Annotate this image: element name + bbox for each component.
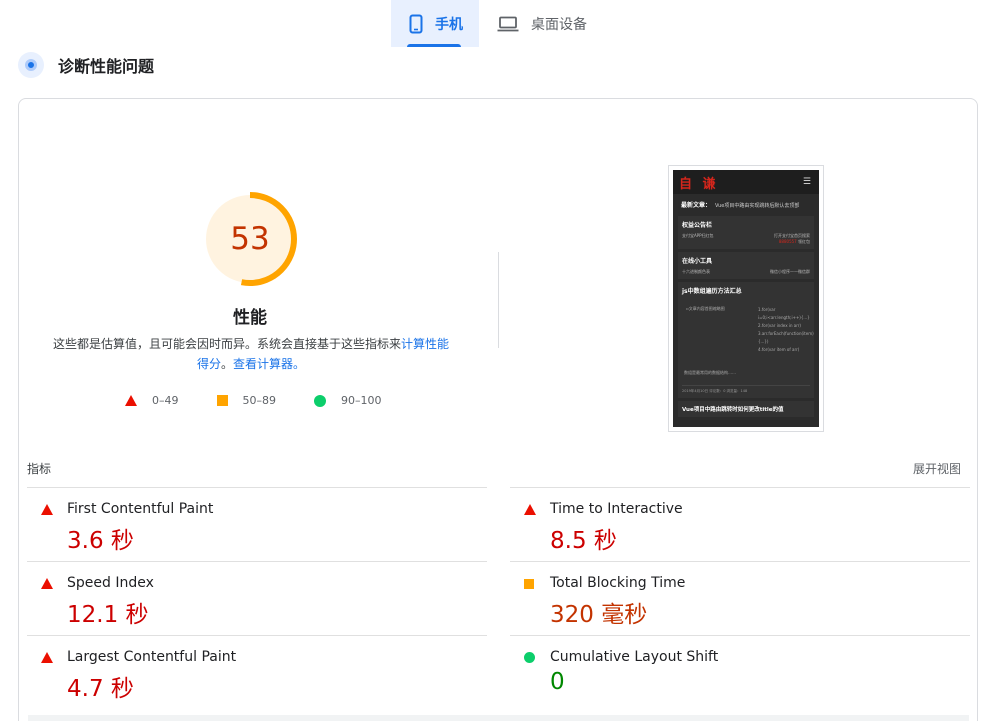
score-legend: 0–49 50–89 90–100 bbox=[125, 394, 382, 407]
metrics-header: 指标 展开视图 bbox=[27, 460, 961, 477]
lighthouse-icon bbox=[18, 52, 44, 78]
legend-fail: 0–49 bbox=[125, 394, 179, 407]
article-meta: 2019年4月10日 评论数：0 浏览量：148 bbox=[682, 385, 810, 394]
tab-desktop[interactable]: 桌面设备 bbox=[479, 0, 603, 47]
box2-left: 十六进制颜色表 bbox=[682, 269, 710, 274]
metric-value: 0 bbox=[550, 669, 565, 695]
metric-speed-index: Speed Index 12.1 秒 bbox=[27, 561, 487, 635]
tab-mobile-label: 手机 bbox=[435, 16, 463, 33]
performance-score: 53 bbox=[230, 221, 270, 257]
metric-value: 3.6 秒 bbox=[67, 528, 134, 554]
box2-right: 微信小程序——微信群 bbox=[770, 269, 810, 274]
metric-value: 12.1 秒 bbox=[67, 602, 149, 628]
metric-name: Cumulative Layout Shift bbox=[550, 649, 719, 665]
section-header: 诊断性能问题 bbox=[18, 52, 154, 78]
thumbnail-content: 自 谦 ☰ 最新文章： Vue项目中路由实现跳转后默认去顶部 权益公告栏 支付宝A… bbox=[673, 170, 819, 427]
box1-left: 支付宝APP扫红包 bbox=[682, 233, 714, 238]
triangle-icon bbox=[125, 395, 137, 406]
legend-pass: 90–100 bbox=[314, 394, 382, 407]
tab-desktop-label: 桌面设备 bbox=[531, 16, 587, 33]
page-screenshot-thumbnail[interactable]: 自 谦 ☰ 最新文章： Vue项目中路由实现跳转后默认去顶部 权益公告栏 支付宝A… bbox=[668, 165, 824, 432]
section-title: 诊断性能问题 bbox=[58, 57, 155, 76]
phone-icon bbox=[409, 14, 423, 33]
box1-right2: 领红包 bbox=[798, 239, 810, 244]
calculator-link[interactable]: 查看计算器。 bbox=[233, 357, 305, 371]
article-code: 1.for(var i=0;i<arr.length;i++){...} 2.f… bbox=[758, 307, 814, 352]
metric-value: 4.7 秒 bbox=[67, 676, 134, 702]
box2-title: 在线小工具 bbox=[682, 258, 713, 265]
metric-lcp: Largest Contentful Paint 4.7 秒 bbox=[27, 635, 487, 709]
metric-name: Total Blocking Time bbox=[550, 575, 686, 591]
article-footer: 数组是最常用的数据结构…… bbox=[684, 370, 736, 375]
thumbnail-article: js中数组遍历方法汇总 ▫文章内容首图缩略图 1.for(var i=0;i<a… bbox=[678, 282, 814, 398]
thumbnail-last-article: Vue项目中路由跳转时如何更改title的值 bbox=[678, 401, 814, 417]
fail-triangle-icon bbox=[524, 504, 536, 515]
news-text: Vue项目中路由实现跳转后默认去顶部 bbox=[715, 203, 800, 209]
description-sep: 。 bbox=[220, 357, 233, 371]
metric-value: 320 毫秒 bbox=[550, 602, 648, 628]
menu-icon: ☰ bbox=[802, 177, 811, 187]
site-logo: 自 谦 bbox=[679, 176, 719, 192]
article-title: js中数组遍历方法汇总 bbox=[682, 288, 742, 295]
metric-name: Speed Index bbox=[67, 575, 154, 591]
laptop-icon bbox=[497, 16, 519, 31]
expand-view-toggle[interactable]: 展开视图 bbox=[913, 460, 961, 477]
metric-name: Time to Interactive bbox=[550, 501, 683, 517]
legend-fail-range: 0–49 bbox=[152, 394, 179, 407]
metric-tbt: Total Blocking Time 320 毫秒 bbox=[510, 561, 970, 635]
score-description: 这些都是估算值，且可能会因时而异。系统会直接基于这些指标来计算性能得分。查看计算… bbox=[50, 334, 452, 374]
fail-triangle-icon bbox=[41, 652, 53, 663]
bottom-bar bbox=[28, 715, 969, 721]
description-text: 这些都是估算值，且可能会因时而异。系统会直接基于这些指标来 bbox=[52, 337, 401, 351]
legend-average-range: 50–89 bbox=[242, 394, 277, 407]
news-label: 最新文章： bbox=[681, 202, 712, 209]
legend-pass-range: 90–100 bbox=[341, 394, 382, 407]
metric-tti: Time to Interactive 8.5 秒 bbox=[510, 487, 970, 561]
square-icon bbox=[216, 395, 228, 406]
device-tabs: 手机 桌面设备 bbox=[391, 0, 603, 47]
performance-gauge: 53 bbox=[202, 191, 298, 287]
circle-icon bbox=[314, 394, 326, 407]
metrics-label: 指标 bbox=[27, 462, 52, 476]
metric-fcp: First Contentful Paint 3.6 秒 bbox=[27, 487, 487, 561]
thumbnail-header: 自 谦 ☰ bbox=[673, 170, 819, 194]
box1-code: 8880557 bbox=[778, 239, 797, 244]
thumbnail-box-1: 权益公告栏 支付宝APP扫红包 打开支付宝首页搜索 8880557 领红包 bbox=[678, 216, 814, 249]
fail-triangle-icon bbox=[41, 578, 53, 589]
vertical-divider bbox=[498, 252, 499, 348]
article-image-placeholder: ▫文章内容首图缩略图 bbox=[686, 306, 725, 311]
average-square-icon bbox=[524, 578, 534, 589]
fail-triangle-icon bbox=[41, 504, 53, 515]
tab-mobile[interactable]: 手机 bbox=[391, 0, 479, 47]
legend-average: 50–89 bbox=[216, 394, 277, 407]
thumbnail-news: 最新文章： Vue项目中路由实现跳转后默认去顶部 bbox=[673, 194, 819, 213]
metric-name: First Contentful Paint bbox=[67, 501, 214, 517]
metric-value: 8.5 秒 bbox=[550, 528, 617, 554]
metric-cls: Cumulative Layout Shift 0 bbox=[510, 635, 970, 709]
pass-circle-icon bbox=[524, 652, 535, 663]
performance-label: 性能 bbox=[233, 308, 267, 328]
thumbnail-box-2: 在线小工具 十六进制颜色表 微信小程序——微信群 bbox=[678, 252, 814, 279]
box1-title: 权益公告栏 bbox=[682, 222, 713, 229]
metric-name: Largest Contentful Paint bbox=[67, 649, 237, 665]
